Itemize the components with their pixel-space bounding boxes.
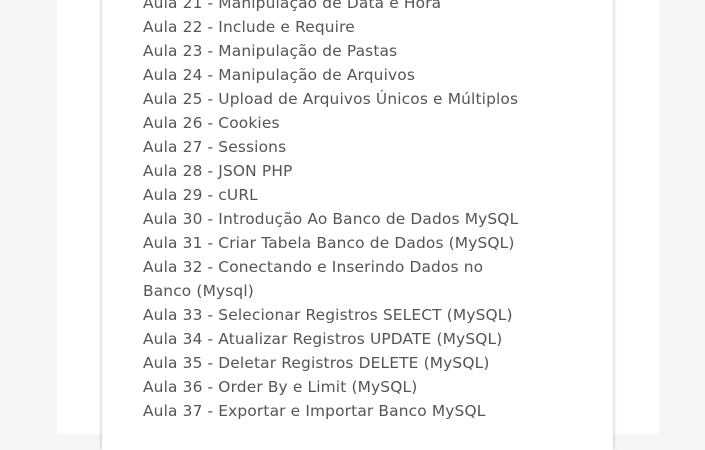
lesson-item-25[interactable]: Aula 25 - Upload de Arquivos Únicos e Mú…	[143, 87, 533, 111]
lesson-item-30[interactable]: Aula 30 - Introdução Ao Banco de Dados M…	[143, 207, 533, 231]
lesson-item-21[interactable]: Aula 21 - Manipulação de Data e Hora	[143, 0, 533, 15]
lesson-item-23[interactable]: Aula 23 - Manipulação de Pastas	[143, 39, 533, 63]
lesson-item-37[interactable]: Aula 37 - Exportar e Importar Banco MySQ…	[143, 399, 533, 423]
lesson-item-36[interactable]: Aula 36 - Order By e Limit (MySQL)	[143, 375, 533, 399]
lesson-list: Aula 21 - Manipulação de Data e Hora Aul…	[143, 0, 533, 423]
lesson-item-32[interactable]: Aula 32 - Conectando e Inserindo Dados n…	[143, 255, 533, 303]
lesson-item-22[interactable]: Aula 22 - Include e Require	[143, 15, 533, 39]
lesson-item-26[interactable]: Aula 26 - Cookies	[143, 111, 533, 135]
lesson-item-34[interactable]: Aula 34 - Atualizar Registros UPDATE (My…	[143, 327, 533, 351]
lesson-item-28[interactable]: Aula 28 - JSON PHP	[143, 159, 533, 183]
lesson-item-27[interactable]: Aula 27 - Sessions	[143, 135, 533, 159]
lesson-item-31[interactable]: Aula 31 - Criar Tabela Banco de Dados (M…	[143, 231, 533, 255]
lesson-item-35[interactable]: Aula 35 - Deletar Registros DELETE (MySQ…	[143, 351, 533, 375]
lesson-item-29[interactable]: Aula 29 - cURL	[143, 183, 533, 207]
lesson-item-24[interactable]: Aula 24 - Manipulação de Arquivos	[143, 63, 533, 87]
lesson-item-33[interactable]: Aula 33 - Selecionar Registros SELECT (M…	[143, 303, 533, 327]
